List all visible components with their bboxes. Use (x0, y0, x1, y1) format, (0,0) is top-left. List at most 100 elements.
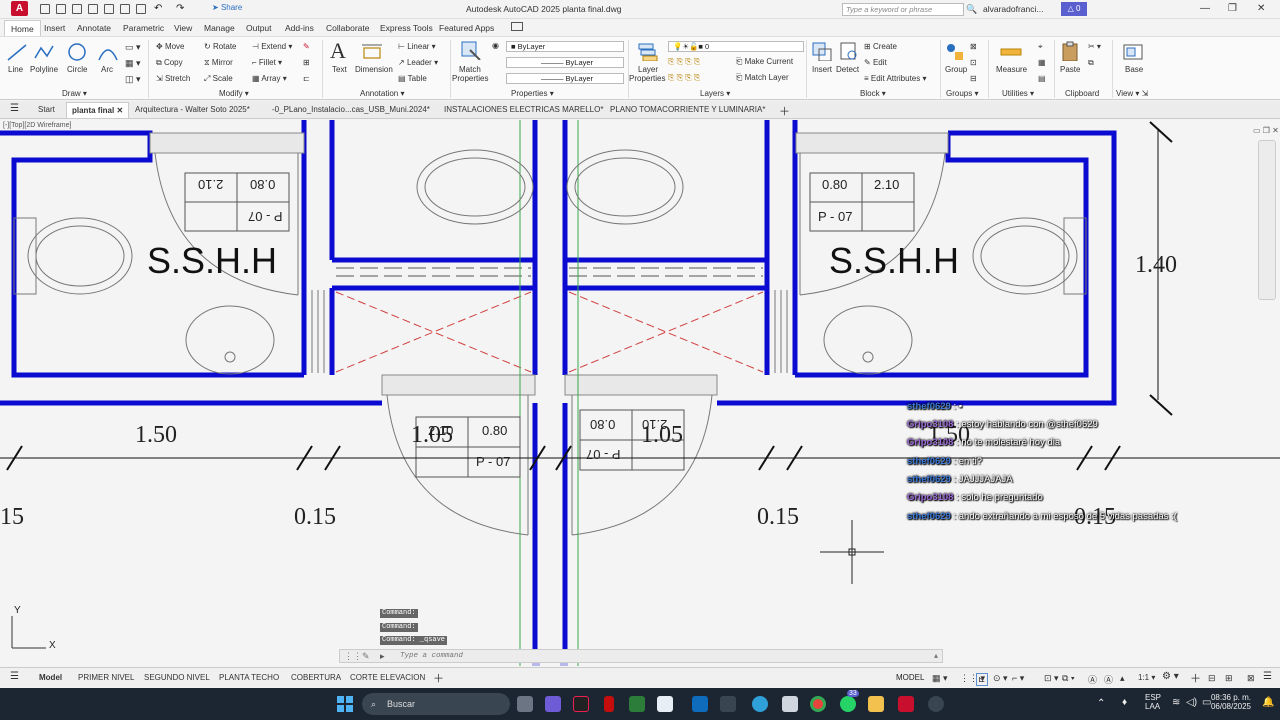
close-icon[interactable]: ✕ (1257, 3, 1265, 14)
taskbar-search[interactable]: ⌕ Buscar (362, 693, 510, 715)
layer-tools-icon[interactable]: ⎘ ⎘ ⎘ ⎘ (668, 57, 700, 67)
leader-button[interactable]: ↗ Leader ▾ (398, 58, 438, 67)
base-view-icon[interactable] (1122, 42, 1144, 62)
properties-group-label[interactable]: Properties ▾ (511, 89, 554, 98)
app-icon[interactable] (928, 696, 944, 712)
autocad-logo-icon[interactable]: A (11, 1, 28, 16)
measure-icon[interactable] (1000, 43, 1022, 63)
circle-label[interactable]: Circle (67, 65, 87, 74)
selection-cycling-icon[interactable]: ⧉ ▾ (1062, 673, 1075, 684)
customization-menu-icon[interactable]: ☰ (1263, 671, 1272, 682)
utility-icon[interactable]: ⌖ (1038, 42, 1043, 52)
teams-icon[interactable] (545, 696, 561, 712)
edit-block-button[interactable]: ✎ Edit (864, 58, 887, 67)
make-current-button[interactable]: ⎗ Make Current (736, 57, 793, 67)
search-icon[interactable]: 🔍 (966, 4, 977, 15)
layout-tab[interactable]: SEGUNDO NIVEL (144, 673, 210, 682)
layout-tab[interactable]: COBERTURA (291, 673, 341, 682)
detect-icon[interactable] (838, 41, 860, 61)
polar-icon[interactable]: ⊙ ▾ (993, 673, 1008, 684)
arc-label[interactable]: Arc (101, 65, 113, 74)
view-group-label[interactable]: View ▾ ⇲ (1116, 89, 1148, 98)
volume-icon[interactable]: ◁) (1186, 697, 1197, 708)
file-tab-active[interactable]: planta final ✕ (66, 102, 130, 118)
tab-model[interactable]: Model (39, 673, 62, 682)
dimension-icon[interactable] (361, 42, 383, 62)
netflix-icon[interactable] (604, 696, 614, 712)
open-file-icon[interactable] (56, 4, 66, 14)
tab-collaborate[interactable]: Collaborate (326, 23, 369, 33)
chrome-icon[interactable] (810, 696, 826, 712)
new-file-icon[interactable] (40, 4, 50, 14)
add-layout-icon[interactable]: ＋ (433, 670, 444, 686)
text-icon[interactable]: A (330, 38, 346, 64)
cut-icon[interactable]: ✂ ▾ (1088, 42, 1101, 51)
layer-dropdown[interactable]: 💡☀🔓■ 0 (668, 41, 804, 52)
match-label[interactable]: Match (459, 65, 481, 74)
app-icon[interactable] (657, 696, 673, 712)
layer-label[interactable]: Layer (638, 65, 658, 74)
outlook-icon[interactable] (692, 696, 708, 712)
rectangle-icon[interactable]: ▭ ▾ (125, 42, 141, 53)
group-icon[interactable] (944, 41, 966, 61)
color-dropdown[interactable]: ■ ByLayer (506, 41, 624, 52)
close-tab-icon[interactable]: ✕ (116, 106, 123, 115)
save-icon[interactable] (72, 4, 82, 14)
osnap-icon[interactable]: ⊡ ▾ (1044, 673, 1059, 684)
extend-button[interactable]: ⊣ Extend ▾ (252, 42, 292, 51)
draw-group-label[interactable]: Draw ▾ (62, 89, 87, 98)
help-search-input[interactable]: Type a keyword or phrase (842, 3, 964, 16)
hatch-icon[interactable]: ▦ ▾ (125, 58, 141, 69)
tab-view[interactable]: View (174, 23, 192, 33)
match-properties-icon[interactable] (460, 40, 482, 60)
file-tab[interactable]: -0_PLano_Instalacio...cas_USB_Muni.2024* (272, 105, 430, 114)
tiktok-icon[interactable] (573, 696, 589, 712)
group-label[interactable]: Group (945, 65, 967, 74)
edge-icon[interactable] (752, 696, 768, 712)
mirror-button[interactable]: ⧖ Mirror (204, 58, 233, 68)
insert-label[interactable]: Insert (812, 65, 832, 74)
autocad-taskbar-icon[interactable] (898, 696, 914, 712)
annotation-scale[interactable]: 1:1 ▾ (1138, 673, 1155, 682)
layer-tools-icon[interactable]: ⎘ ⎘ ⎘ ⎘ (668, 73, 700, 83)
utility-icon[interactable]: ▤ (1038, 74, 1046, 83)
copy-button[interactable]: ⧉ Copy (156, 58, 183, 68)
rotate-button[interactable]: ↻ Rotate (204, 42, 237, 51)
tab-insert[interactable]: Insert (44, 23, 65, 33)
task-view-icon[interactable] (517, 696, 533, 712)
navigation-bar[interactable] (1258, 140, 1276, 300)
layer-properties-icon[interactable] (636, 41, 658, 61)
clipboard-group-label[interactable]: Clipboard (1065, 89, 1099, 98)
annotation-scale-icon[interactable]: ▴ (1120, 673, 1125, 684)
circle-icon[interactable] (66, 42, 88, 62)
restore-icon[interactable]: ❐ (1228, 3, 1237, 14)
app-icon[interactable] (782, 696, 798, 712)
windows-start-icon[interactable] (337, 696, 353, 712)
spreadsheet-icon[interactable] (629, 696, 645, 712)
array-button[interactable]: ▦ Array ▾ (252, 74, 287, 83)
open-web-icon[interactable] (104, 4, 114, 14)
whatsapp-icon[interactable]: 33 (840, 690, 859, 712)
viewport-controls[interactable]: [-][Top][2D Wireframe] (3, 122, 71, 129)
drawing-canvas[interactable]: [-][Top][2D Wireframe] ▭ ❐ ✕ S.S.H.H S.S… (0, 120, 1280, 666)
grid-icon[interactable]: ▦ ▾ (932, 673, 948, 684)
minimize-icon[interactable]: — (1200, 3, 1210, 14)
paste-label[interactable]: Paste (1060, 65, 1080, 74)
tab-add-ins[interactable]: Add-ins (285, 23, 314, 33)
layout-tab[interactable]: PRIMER NIVEL (78, 673, 134, 682)
layout-menu-icon[interactable]: ☰ (10, 671, 19, 682)
file-tab[interactable]: PLANO TOMACORRIENTE Y LUMINARIA* (610, 105, 765, 114)
utilities-group-label[interactable]: Utilities ▾ (1002, 89, 1034, 98)
ribbon-options-icon[interactable] (511, 22, 523, 31)
hamburger-menu-icon[interactable]: ☰ (10, 103, 19, 114)
command-input[interactable] (400, 652, 800, 660)
region-icon[interactable]: ◫ ▾ (125, 74, 141, 85)
annotation-group-label[interactable]: Annotation ▾ (360, 89, 405, 98)
auto-scale-icon[interactable]: Ⓐ (1104, 673, 1113, 686)
ungroup-icon[interactable]: ⊠ (970, 42, 977, 51)
text-label[interactable]: Text (332, 65, 347, 74)
tray-chevron-icon[interactable]: ⌃ (1097, 698, 1105, 709)
isodraft-icon[interactable]: ⌐ ▾ (1012, 673, 1024, 684)
measure-label[interactable]: Measure (996, 65, 1027, 74)
file-tab[interactable]: INSTALACIONES ELECTRICAS MARELLO* (444, 105, 603, 114)
